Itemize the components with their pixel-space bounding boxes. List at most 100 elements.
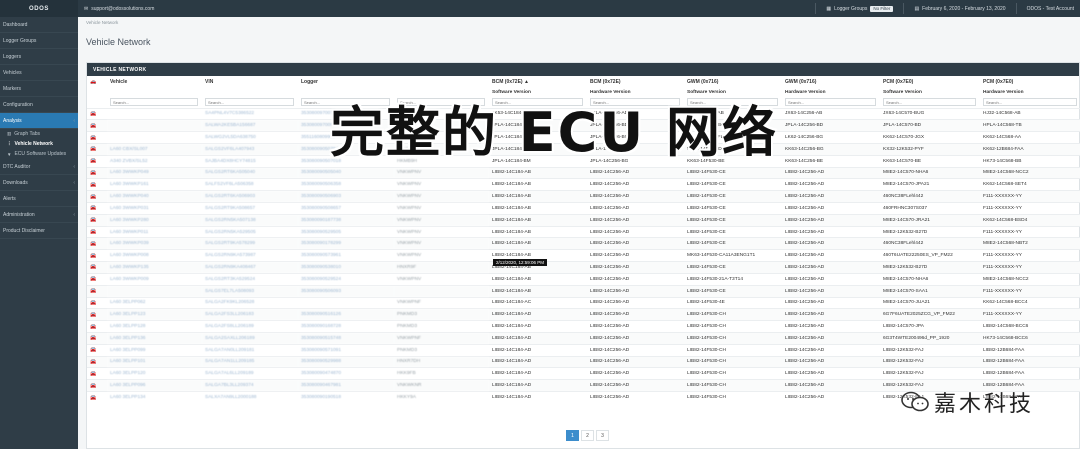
page-3-button[interactable]: 3 — [596, 430, 609, 441]
column-header[interactable]: BCM (0x72E) ▲ — [489, 76, 587, 87]
logger-link[interactable]: 353080090505040 — [298, 166, 394, 179]
vehicle-link[interactable] — [107, 107, 202, 120]
sidebar-item-downloads[interactable]: Downloads ‹ — [0, 175, 78, 191]
logger-link[interactable] — [298, 296, 394, 309]
vin-link[interactable]: SALFS2VF6LA506358 — [202, 178, 298, 191]
column-filter-input[interactable] — [785, 98, 877, 107]
table-row[interactable]: 🚘 LA60 3ELPP136 SALGA2SAXLL206189 353080090… — [87, 331, 1080, 345]
vehicle-link[interactable]: LA60 3ELPP101 — [107, 355, 202, 368]
vehicle-link[interactable]: LA60 3WWKP161 — [107, 178, 202, 191]
logger-link[interactable]: 353080090538010 — [298, 261, 394, 274]
vin-link[interactable]: SAJBA4DX8HCY74815 — [202, 154, 298, 168]
logger-link[interactable]: 353080090506358 — [298, 178, 394, 191]
vehicle-link[interactable]: LA60 3ELPP062 — [107, 296, 202, 309]
vin-link[interactable]: SALGA7AN0LL209181 — [202, 343, 298, 357]
vin-link[interactable]: SALGS2VF6LA407943 — [202, 142, 298, 156]
table-row[interactable]: 🚘 LA60 3ELPP099 SALGA7AN0LL209181 353080090… — [87, 343, 1080, 357]
sidebar-item-dashboard[interactable]: Dashboard — [0, 17, 78, 33]
vin-link[interactable]: SALXA7AN9LL2000188 — [202, 391, 298, 404]
logger-link[interactable]: 353080090467981 — [298, 379, 394, 392]
logger-link[interactable]: 353080090529524 — [298, 272, 394, 286]
logger-link[interactable]: 353080090190518 — [298, 391, 394, 404]
vehicle-link[interactable]: LA60 3WWKP040 — [107, 190, 202, 203]
logger-link[interactable]: 353080090187738 — [298, 213, 394, 227]
sidebar-item-markers[interactable]: Markers — [0, 81, 78, 97]
sidebar-item-alerts[interactable]: Alerts — [0, 191, 78, 207]
column-header[interactable]: Logger — [298, 76, 394, 87]
sidebar-item-logger-groups[interactable]: Logger Groups — [0, 33, 78, 49]
vin-link[interactable]: SALGA2FS8LL206189 — [202, 320, 298, 333]
vehicle-link[interactable]: LA60 3WWKP008 — [107, 249, 202, 262]
vin-link[interactable]: SALGS2RT6KA506903 — [202, 190, 298, 203]
column-header[interactable]: VIN — [202, 76, 298, 87]
vehicle-link[interactable]: LA60 3WWKP039 — [107, 237, 202, 250]
column-header[interactable]: Vehicle — [107, 76, 202, 87]
table-row[interactable]: 🚘 LA60 3WWKP031 SALGS2RT9KA508657 353080090… — [87, 202, 1080, 215]
sidebar-item-loggers[interactable]: Loggers — [0, 49, 78, 65]
vin-link[interactable]: SALGS2RT6KA505040 — [202, 166, 298, 179]
logo[interactable]: ODOS — [0, 0, 78, 17]
sidebar-item-analysis[interactable]: Analysis ‹ — [0, 113, 78, 129]
column-header[interactable]: GWM (0x716) — [782, 76, 880, 87]
vehicle-link[interactable]: LA60 CBX/SL007 — [107, 142, 202, 156]
table-row[interactable]: 🚘 LA60 3WWKP280 SALGS2RN5KA507138 353080090… — [87, 213, 1080, 227]
vin-link[interactable]: SALGA2FS3LL206183 — [202, 308, 298, 321]
user-email[interactable]: ✉ support@odossolutions.com — [84, 6, 154, 12]
sidebar-item-dtc-auditor[interactable]: DTC Auditor ‹ — [0, 159, 78, 175]
column-filter-input[interactable] — [110, 98, 199, 107]
vin-link[interactable]: SALGA2SAXLL206189 — [202, 331, 298, 345]
vehicle-link[interactable]: LA60 3WWKP011 — [107, 225, 202, 238]
vehicle-link[interactable] — [107, 131, 202, 144]
logger-link[interactable]: 353080090571091 — [298, 343, 394, 357]
logger-link[interactable]: 353080090573961 — [298, 249, 394, 262]
breadcrumb[interactable]: Vehicle Network — [86, 20, 118, 25]
account-menu[interactable]: ODOS - Test Account — [1027, 6, 1074, 12]
table-row[interactable]: 🚘 LA60 3WWKP039 SALGS2RT9KA578299 353080090… — [87, 237, 1080, 250]
logger-link[interactable]: 353080090506093 — [298, 284, 394, 297]
logger-link[interactable]: 353080090516126 — [298, 308, 394, 321]
table-row[interactable]: 🚘 SALGS7EL7LA508093 353080090506093 LIB82-1… — [87, 284, 1080, 297]
sidebar-subitem-ecu-software-updates[interactable]: ▼ ECU Software Updates — [0, 149, 78, 159]
vehicle-link[interactable] — [107, 119, 202, 132]
sidebar-item-product-disclaimer[interactable]: Product Disclaimer — [0, 223, 78, 239]
vehicle-link[interactable]: LA60 3ELPP134 — [107, 391, 202, 404]
table-row[interactable]: 🚘 LA60 3WWKP049 SALGS2RT6KA505040 353080090… — [87, 166, 1080, 179]
logger-link[interactable]: 353080090474870 — [298, 367, 394, 380]
logger-link[interactable]: 353080090178299 — [298, 237, 394, 250]
table-row[interactable]: 🚘 LA60 3ELPP123 SALGA2FS3LL206183 353080090… — [87, 308, 1080, 321]
vin-link[interactable]: SALGA7AL6LL209189 — [202, 367, 298, 380]
vehicle-link[interactable]: LA60 3WWKP031 — [107, 202, 202, 215]
column-filter-input[interactable] — [883, 98, 977, 107]
column-filter-input[interactable] — [983, 98, 1078, 107]
sidebar-subitem-vehicle-network[interactable]: ⋮ Vehicle Network — [0, 139, 78, 149]
vin-link[interactable]: SALGA7AN1LL209185 — [202, 355, 298, 368]
logger-link[interactable]: 353080090506903 — [298, 190, 394, 203]
vin-link[interactable]: SALGA7BL3LL209374 — [202, 379, 298, 392]
table-row[interactable]: 🚘 LA60 3ELPP101 SALGA7AN1LL209185 353080090… — [87, 355, 1080, 368]
logger-link[interactable]: 353080090508657 — [298, 202, 394, 215]
vehicle-link[interactable]: A340 ZVBX/SL52 — [107, 154, 202, 168]
logger-link[interactable]: 353080090515748 — [298, 331, 394, 345]
vehicle-link[interactable]: LA60 3WWKP135 — [107, 261, 202, 274]
column-header[interactable]: PCM (0x7E0) — [880, 76, 980, 87]
sidebar-item-vehicles[interactable]: Vehicles — [0, 65, 78, 81]
vehicle-link[interactable]: LA60 3WWKP049 — [107, 166, 202, 179]
table-row[interactable]: 🚘 LA60 3WWKP161 SALFS2VF6LA506358 353080090… — [87, 178, 1080, 191]
table-row[interactable]: 🚘 LA60 3WWKP009 SALGS2RT3KA529524 353080090… — [87, 272, 1080, 286]
column-header[interactable]: PCM (0x7E0) — [980, 76, 1080, 87]
vin-link[interactable]: SALGS2RT3KA529524 — [202, 272, 298, 286]
vehicle-link[interactable] — [107, 284, 202, 297]
vin-link[interactable]: SALGS2RT9KA508657 — [202, 202, 298, 215]
table-row[interactable]: 🚘 LA60 3ELPP128 SALGA2FS8LL206189 353080090… — [87, 320, 1080, 333]
page-1-button[interactable]: 1 — [566, 430, 579, 441]
logger-link[interactable]: 353080090168728 — [298, 320, 394, 333]
vehicle-link[interactable]: LA60 3ELPP123 — [107, 308, 202, 321]
vehicle-link[interactable]: LA60 3ELPP096 — [107, 379, 202, 392]
vehicle-link[interactable]: LA60 3ELPP128 — [107, 320, 202, 333]
vehicle-link[interactable]: LA60 3WWKP009 — [107, 272, 202, 286]
table-row[interactable]: 🚘 LA60 3ELPP120 SALGA7AL6LL209189 353080090… — [87, 367, 1080, 380]
logger-link[interactable]: 353080090529505 — [298, 225, 394, 238]
vin-link[interactable]: SALGS2RN9KA573987 — [202, 249, 298, 262]
vehicle-link[interactable]: LA60 3ELPP099 — [107, 343, 202, 357]
logger-groups-filter[interactable]: ▦ Logger Groups No Filter — [826, 5, 894, 12]
